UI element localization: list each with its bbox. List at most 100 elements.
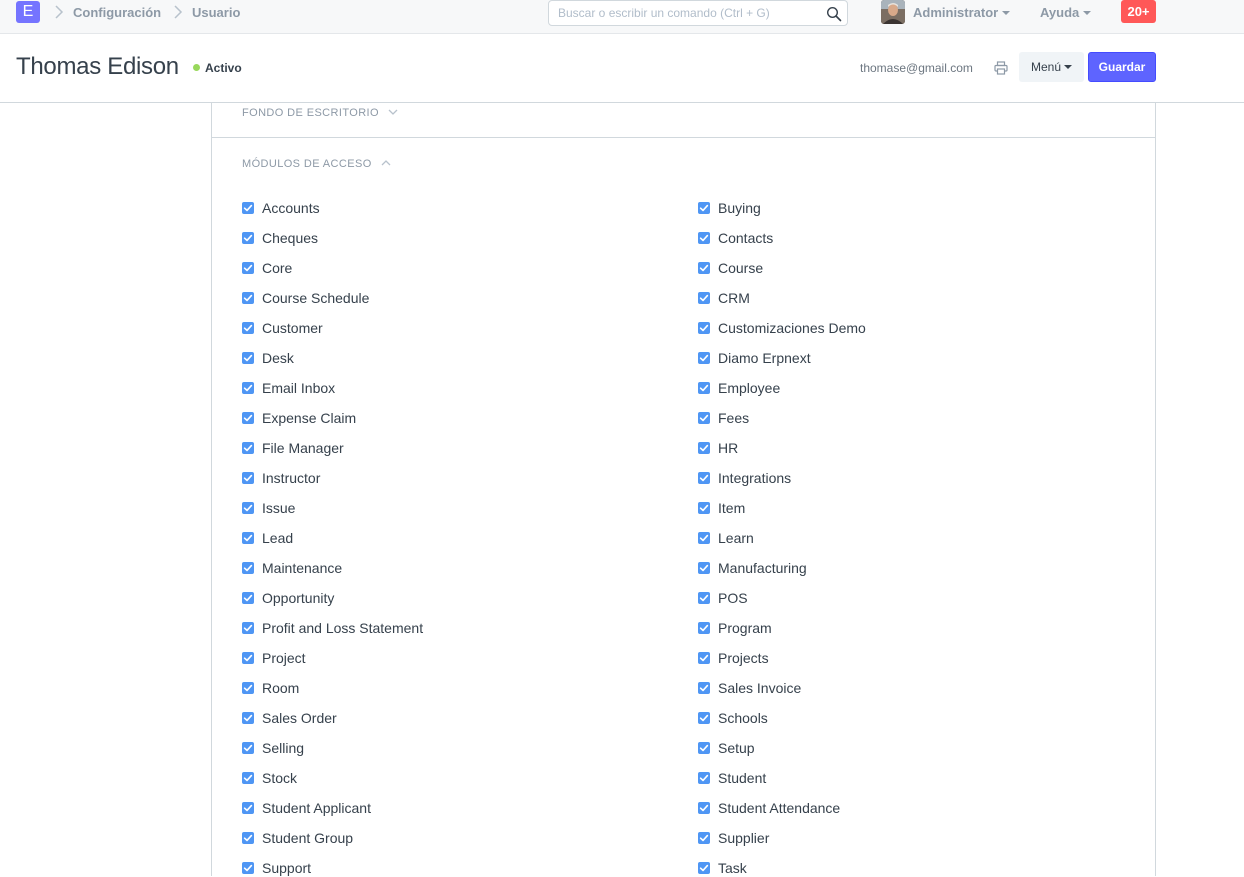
module-label: Customer xyxy=(262,320,323,336)
checkbox-checked-icon[interactable] xyxy=(242,232,254,244)
checkbox-checked-icon[interactable] xyxy=(698,652,710,664)
user-name: Administrator xyxy=(913,5,999,20)
module-label: Task xyxy=(718,860,747,876)
checkbox-checked-icon[interactable] xyxy=(698,862,710,874)
checkbox-checked-icon[interactable] xyxy=(242,562,254,574)
checkbox-checked-icon[interactable] xyxy=(698,472,710,484)
module-label: Course Schedule xyxy=(262,290,370,306)
avatar[interactable] xyxy=(881,0,905,24)
checkbox-checked-icon[interactable] xyxy=(698,262,710,274)
search-box xyxy=(548,0,848,26)
checkbox-checked-icon[interactable] xyxy=(242,712,254,724)
module-label: Student Attendance xyxy=(718,800,841,816)
checkbox-checked-icon[interactable] xyxy=(242,202,254,214)
checkbox-checked-icon[interactable] xyxy=(242,622,254,634)
caret-down-icon xyxy=(1002,10,1011,15)
module-label: Accounts xyxy=(262,200,320,216)
module-label: CRM xyxy=(718,290,750,306)
checkbox-checked-icon[interactable] xyxy=(698,742,710,754)
module-label: Supplier xyxy=(718,830,770,846)
save-button[interactable]: Guardar xyxy=(1088,52,1156,82)
checkbox-checked-icon[interactable] xyxy=(242,352,254,364)
top-navbar: E Configuración Usuario Administrator Ay… xyxy=(0,0,1244,34)
checkbox-checked-icon[interactable] xyxy=(242,772,254,784)
checkbox-checked-icon[interactable] xyxy=(242,322,254,334)
checkbox-checked-icon[interactable] xyxy=(698,772,710,784)
module-label: Cheques xyxy=(262,230,319,246)
chevron-right-icon xyxy=(55,5,64,19)
section-title: FONDO DE ESCRITORIO xyxy=(242,107,379,119)
module-label: Email Inbox xyxy=(262,380,336,396)
checkbox-checked-icon[interactable] xyxy=(242,442,254,454)
checkbox-checked-icon[interactable] xyxy=(698,352,710,364)
checkbox-checked-icon[interactable] xyxy=(698,502,710,514)
module-label: Student Applicant xyxy=(262,800,371,816)
checkbox-checked-icon[interactable] xyxy=(698,382,710,394)
notifications-badge[interactable]: 20+ xyxy=(1121,0,1156,23)
module-label: Schools xyxy=(718,710,768,726)
module-label: Learn xyxy=(718,530,754,546)
module-label: Fees xyxy=(718,410,750,426)
checkbox-checked-icon[interactable] xyxy=(698,532,710,544)
checkbox-checked-icon[interactable] xyxy=(698,412,710,424)
checkbox-checked-icon[interactable] xyxy=(698,712,710,724)
module-label: Projects xyxy=(718,650,769,666)
checkbox-checked-icon[interactable] xyxy=(242,502,254,514)
module-label: HR xyxy=(718,440,739,456)
module-label: Profit and Loss Statement xyxy=(262,620,424,636)
checkbox-checked-icon[interactable] xyxy=(242,532,254,544)
checkbox-checked-icon[interactable] xyxy=(698,592,710,604)
checkbox-checked-icon[interactable] xyxy=(698,802,710,814)
module-label: Course xyxy=(718,260,764,276)
menu-button[interactable]: Menú xyxy=(1019,52,1084,82)
checkbox-checked-icon[interactable] xyxy=(698,322,710,334)
search-input[interactable] xyxy=(549,1,819,25)
checkbox-checked-icon[interactable] xyxy=(242,382,254,394)
user-dropdown[interactable]: Administrator xyxy=(913,5,1011,20)
section-head-access-modules[interactable]: MÓDULOS DE ACCESO xyxy=(242,158,391,170)
checkbox-checked-icon[interactable] xyxy=(698,232,710,244)
checkbox-checked-icon[interactable] xyxy=(698,562,710,574)
menu-button-label: Menú xyxy=(1030,60,1062,74)
checkbox-checked-icon[interactable] xyxy=(698,832,710,844)
module-label: Student Group xyxy=(262,830,354,846)
checkbox-checked-icon[interactable] xyxy=(698,202,710,214)
search-icon[interactable] xyxy=(826,6,842,22)
avatar-photo-icon xyxy=(881,0,905,24)
checkbox-checked-icon[interactable] xyxy=(242,652,254,664)
module-label: Setup xyxy=(718,740,755,756)
breadcrumb-usuario[interactable]: Usuario xyxy=(192,5,240,20)
caret-down-icon xyxy=(1083,10,1092,15)
section-title: MÓDULOS DE ACCESO xyxy=(242,158,372,170)
module-label: Opportunity xyxy=(262,590,335,606)
module-label: Maintenance xyxy=(262,560,343,576)
checkbox-checked-icon[interactable] xyxy=(698,682,710,694)
checkbox-checked-icon[interactable] xyxy=(242,802,254,814)
checkbox-checked-icon[interactable] xyxy=(242,592,254,604)
checkbox-checked-icon[interactable] xyxy=(242,412,254,424)
module-label: POS xyxy=(718,590,748,606)
checkbox-checked-icon[interactable] xyxy=(242,742,254,754)
module-label: Desk xyxy=(262,350,294,366)
checkbox-checked-icon[interactable] xyxy=(698,292,710,304)
checkbox-checked-icon[interactable] xyxy=(242,832,254,844)
app-logo[interactable]: E xyxy=(16,1,40,23)
checkbox-checked-icon[interactable] xyxy=(698,622,710,634)
section-head-desktop-background[interactable]: FONDO DE ESCRITORIO xyxy=(242,107,398,119)
module-label: Selling xyxy=(262,740,305,756)
checkbox-checked-icon[interactable] xyxy=(242,292,254,304)
checkbox-checked-icon[interactable] xyxy=(242,472,254,484)
module-label: Expense Claim xyxy=(262,410,357,426)
module-label: Buying xyxy=(718,200,761,216)
print-icon[interactable] xyxy=(994,61,1008,75)
checkbox-checked-icon[interactable] xyxy=(698,442,710,454)
checkbox-checked-icon[interactable] xyxy=(242,682,254,694)
breadcrumb-configuracion[interactable]: Configuración xyxy=(73,5,161,20)
module-label: Support xyxy=(262,860,312,876)
status-label: Activo xyxy=(205,61,242,75)
status-badge: Activo xyxy=(193,61,242,75)
checkbox-checked-icon[interactable] xyxy=(242,862,254,874)
help-dropdown[interactable]: Ayuda xyxy=(1040,5,1092,20)
checkbox-checked-icon[interactable] xyxy=(242,262,254,274)
help-label: Ayuda xyxy=(1040,5,1080,20)
